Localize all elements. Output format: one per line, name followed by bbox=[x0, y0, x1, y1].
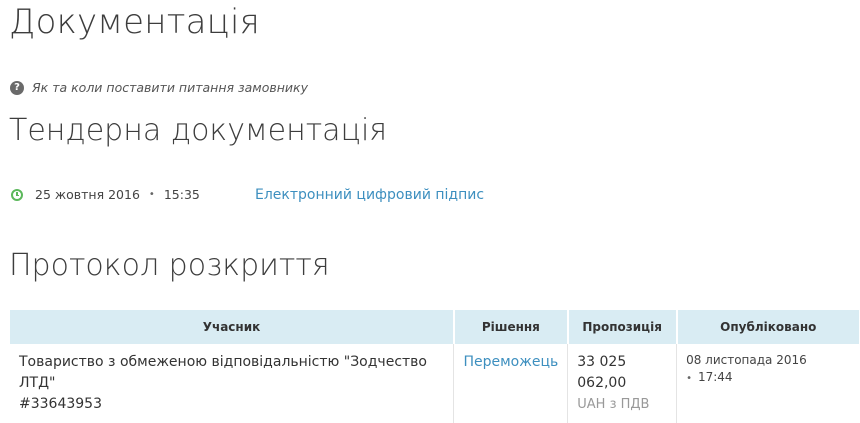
table-header-row: Учасник Рішення Пропозиція Опубліковано bbox=[10, 310, 859, 344]
column-header-published: Опубліковано bbox=[676, 310, 859, 344]
published-date: 08 листопада 2016 bbox=[686, 353, 807, 367]
column-header-decision: Рішення bbox=[453, 310, 569, 344]
participant-name: Товариство з обмеженою відповідальністю … bbox=[19, 354, 427, 391]
published-time-row: • 17:44 bbox=[686, 369, 850, 387]
tender-docs-heading: Тендерна документація bbox=[9, 113, 388, 148]
winner-link[interactable]: Переможець bbox=[463, 354, 558, 370]
offer-cell: 33 025 062,00 UAH з ПДВ bbox=[567, 344, 678, 423]
protocol-heading: Протокол розкриття bbox=[9, 248, 330, 283]
decision-cell: Переможець bbox=[453, 344, 569, 423]
table-row: Товариство з обмеженою відповідальністю … bbox=[10, 344, 859, 423]
protocol-table: Учасник Рішення Пропозиція Опубліковано … bbox=[10, 310, 859, 423]
column-header-participant: Учасник bbox=[10, 310, 455, 344]
separator-dot: • bbox=[148, 189, 155, 200]
participant-code: #33643953 bbox=[19, 396, 102, 412]
doc-time: 15:35 bbox=[163, 187, 200, 202]
digital-signature-link[interactable]: Електронний цифровий підпис bbox=[255, 187, 484, 203]
separator-dot: • bbox=[686, 373, 692, 384]
page-title: Документація bbox=[9, 2, 260, 42]
clock-icon bbox=[11, 188, 23, 201]
participant-cell: Товариство з обмеженою відповідальністю … bbox=[10, 344, 455, 423]
ask-question-help[interactable]: ? Як та коли поставити питання замовнику bbox=[10, 80, 308, 95]
tender-doc-meta: 25 жовтня 2016 • 15:35 bbox=[11, 187, 200, 202]
question-circle-icon: ? bbox=[10, 80, 24, 95]
column-header-offer: Пропозиція bbox=[567, 310, 678, 344]
offer-amount: 33 025 062,00 bbox=[577, 354, 627, 391]
published-cell: 08 листопада 2016 • 17:44 bbox=[677, 344, 859, 423]
published-time: 17:44 bbox=[697, 370, 733, 384]
doc-date: 25 жовтня 2016 bbox=[35, 187, 140, 202]
offer-currency: UAH з ПДВ bbox=[577, 397, 650, 412]
ask-question-help-text[interactable]: Як та коли поставити питання замовнику bbox=[32, 80, 308, 95]
